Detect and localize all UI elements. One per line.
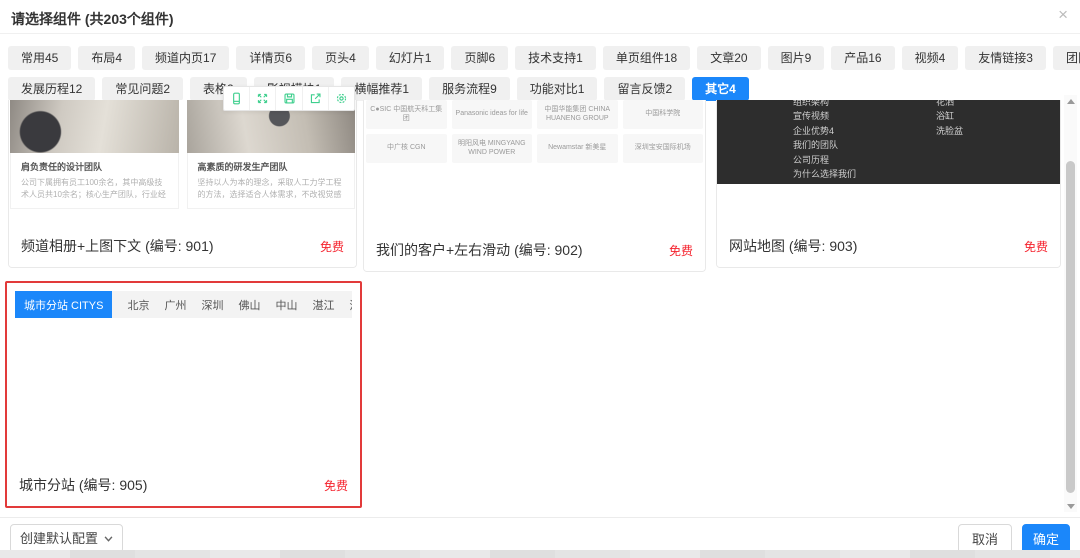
photo-thumbnail: [10, 100, 179, 153]
city-link[interactable]: 深圳: [201, 297, 223, 313]
card-title: 城市分站 (编号: 905): [19, 475, 147, 495]
settings-gear-icon[interactable]: [329, 87, 354, 110]
city-site-tab[interactable]: 城市分站 CITYS: [15, 291, 112, 318]
card-title: 我们的客户+左右滑动 (编号: 902): [376, 240, 583, 260]
client-logo: 中国华能集团 CHINA HUANENG GROUP: [537, 100, 618, 129]
preview-column: 肩负责任的设计团队 公司下属拥有员工100余名，其中高级技术人员共10余名；核心…: [10, 100, 179, 209]
sitemap-links-right: 花洒浴缸洗脸盆: [936, 100, 963, 184]
component-card-901[interactable]: 肩负责任的设计团队 公司下属拥有员工100余名，其中高级技术人员共10余名；核心…: [8, 100, 357, 268]
client-logo: C●SIC 中国航天科工集团: [366, 100, 447, 129]
preview-paragraph: 坚持以人为本的理念，采取人工力学工程的方法，选择适合人体需求，不改视觉感受，还能…: [198, 177, 345, 200]
sitemap-link: 宣传视频: [793, 109, 856, 123]
category-tab[interactable]: 友情链接3: [965, 46, 1046, 70]
sitemap-link: 组织架构: [793, 100, 856, 109]
city-site-bar: 城市分站 CITYS 北京广州深圳佛山中山湛江河源韶关清远: [15, 291, 352, 318]
card-title: 频道相册+上图下文 (编号: 901): [21, 236, 214, 256]
free-badge: 免费: [1024, 238, 1048, 255]
category-tab[interactable]: 常见问题2: [102, 77, 183, 101]
category-tab[interactable]: 布局4: [78, 46, 135, 70]
category-tab[interactable]: 文章20: [697, 46, 760, 70]
sitemap-link: 洗脸盆: [936, 124, 963, 138]
category-tab[interactable]: 幻灯片1: [376, 46, 445, 70]
card-title: 网站地图 (编号: 903): [729, 236, 857, 256]
category-tab[interactable]: 其它4: [692, 77, 749, 101]
client-logo: Newamstar 新美星: [537, 134, 618, 163]
sitemap-link: 浴缸: [936, 109, 963, 123]
scroll-up-arrow[interactable]: [1064, 95, 1077, 107]
dialog-title: 请选择组件 (共203个组件): [11, 9, 174, 29]
category-tab[interactable]: 功能对比1: [517, 77, 598, 101]
category-tab[interactable]: 页头4: [312, 46, 369, 70]
dialog-header: 请选择组件 (共203个组件) ×: [0, 0, 1080, 34]
city-link[interactable]: 湛江: [312, 297, 334, 313]
client-logo: 明阳风电 MINGYANG WIND POWER: [452, 134, 533, 163]
chevron-down-icon: [104, 536, 113, 542]
vertical-scrollbar[interactable]: [1064, 95, 1077, 512]
category-tab[interactable]: 图片9: [768, 46, 825, 70]
component-card-903[interactable]: 组织架构宣传视频企业优势4我们的团队公司历程为什么选择我们 花洒浴缸洗脸盆 网站…: [716, 100, 1061, 268]
fullscreen-icon[interactable]: [250, 87, 276, 110]
city-link[interactable]: 北京: [127, 297, 149, 313]
city-link[interactable]: 河源: [349, 297, 352, 313]
category-tab[interactable]: 视频4: [902, 46, 959, 70]
client-logo: Panasonic ideas for life: [452, 100, 533, 129]
dialog-footer: 创建默认配置 取消 确定: [0, 517, 1080, 551]
city-link[interactable]: 中山: [275, 297, 297, 313]
component-card-grid: 肩负责任的设计团队 公司下属拥有员工100余名，其中高级技术人员共10余名；核心…: [0, 100, 1064, 515]
city-link[interactable]: 广州: [164, 297, 186, 313]
sitemap-link: 花洒: [936, 100, 963, 109]
close-icon[interactable]: ×: [1058, 6, 1068, 23]
city-link[interactable]: 佛山: [238, 297, 260, 313]
category-tab[interactable]: 发展历程12: [8, 77, 95, 101]
category-tab[interactable]: 服务流程9: [429, 77, 510, 101]
category-tab[interactable]: 页脚6: [451, 46, 508, 70]
widget-hover-toolbar: [223, 86, 355, 111]
preview-paragraph: 公司下属拥有员工100余名，其中高级技术人员共10余名；核心生产团队，行业经验平…: [21, 177, 168, 200]
preview-heading: 高素质的研发生产团队: [198, 160, 345, 173]
category-tab[interactable]: 产品16: [831, 46, 894, 70]
scroll-down-arrow[interactable]: [1064, 500, 1077, 512]
client-logo: 深圳宝安国际机场: [623, 134, 704, 163]
mobile-preview-icon[interactable]: [224, 87, 250, 110]
component-card-902[interactable]: C●SIC 中国航天科工集团Panasonic ideas for life中国…: [363, 100, 706, 272]
sitemap-link: 企业优势4: [793, 124, 856, 138]
sitemap-links-left: 组织架构宣传视频企业优势4我们的团队公司历程为什么选择我们: [793, 100, 856, 184]
category-tabs: 常用45 布局4 频道内页17 详情页6 页头4 幻灯片1页脚6 技术支持1 单页组件18 文章…: [8, 46, 1072, 108]
category-tab[interactable]: 团队展示7: [1053, 46, 1080, 70]
tab-row-2: 发展历程12常见问题2表格2影视模块1横幅推荐1服务流程9功能对比1留言反馈2其…: [8, 77, 1072, 101]
save-icon[interactable]: [276, 87, 302, 110]
category-tab[interactable]: 技术支持1: [515, 46, 596, 70]
category-tab[interactable]: 单页组件18: [603, 46, 690, 70]
tab-row-1: 常用45 布局4 频道内页17 详情页6 页头4 幻灯片1页脚6 技术支持1 单页组件18 文章…: [8, 46, 1072, 70]
category-tab[interactable]: 频道内页17: [142, 46, 229, 70]
export-icon[interactable]: [303, 87, 329, 110]
scrollbar-thumb[interactable]: [1066, 161, 1075, 493]
client-logo: 中广核 CGN: [366, 134, 447, 163]
sitemap-link: 为什么选择我们: [793, 167, 856, 181]
create-default-config-button[interactable]: 创建默认配置: [10, 524, 123, 553]
component-card-905-selected[interactable]: 城市分站 CITYS 北京广州深圳佛山中山湛江河源韶关清远 城市分站 (编号: …: [5, 281, 362, 508]
sitemap-link: 我们的团队: [793, 138, 856, 152]
background-page-strip: [0, 550, 1080, 558]
client-logo-grid: C●SIC 中国航天科工集团Panasonic ideas for life中国…: [364, 100, 705, 163]
category-tab[interactable]: 留言反馈2: [604, 77, 685, 101]
free-badge: 免费: [324, 477, 348, 494]
preview-column: 高素质的研发生产团队 坚持以人为本的理念，采取人工力学工程的方法，选择适合人体需…: [187, 100, 356, 209]
card-901-preview: 肩负责任的设计团队 公司下属拥有员工100余名，其中高级技术人员共10余名；核心…: [9, 100, 356, 209]
free-badge: 免费: [669, 242, 693, 259]
category-tab[interactable]: 详情页6: [236, 46, 305, 70]
sitemap-link: 公司历程: [793, 153, 856, 167]
category-tab[interactable]: 常用45: [8, 46, 71, 70]
sitemap-preview: 组织架构宣传视频企业优势4我们的团队公司历程为什么选择我们 花洒浴缸洗脸盆: [717, 100, 1060, 184]
client-logo: 中国科学院: [623, 100, 704, 129]
free-badge: 免费: [320, 238, 344, 255]
preview-heading: 肩负责任的设计团队: [21, 160, 168, 173]
